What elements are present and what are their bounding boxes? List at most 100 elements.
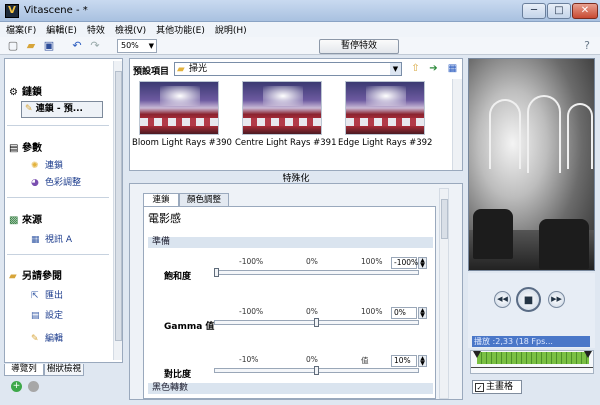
left-scrollbar[interactable]	[113, 61, 122, 360]
grid-view-icon[interactable]: ▦	[446, 62, 459, 75]
preset-item[interactable]: Bloom Light Rays #390	[132, 81, 232, 148]
divider	[7, 125, 109, 126]
preview-chair	[473, 209, 513, 259]
new-file-icon[interactable]: ▢	[6, 39, 20, 53]
preset-item[interactable]: Centre Light Rays #391	[235, 81, 336, 148]
open-folder-icon[interactable]: ▰	[24, 39, 38, 53]
arrow-right-icon[interactable]: ➔	[427, 62, 440, 75]
group-black[interactable]: 黑色轉數	[148, 383, 433, 394]
remove-icon[interactable]	[28, 381, 39, 392]
preset-item[interactable]: Edge Light Rays #392	[338, 81, 432, 148]
title-bar	[0, 0, 600, 22]
app-icon: V	[5, 4, 19, 18]
source-video-link[interactable]: ▦ 視訊 A	[31, 232, 72, 245]
settings-link[interactable]: ▤ 設定	[31, 308, 63, 321]
gamma-input[interactable]: 0%	[391, 307, 417, 319]
params-color-link[interactable]: ◕ 色彩調整	[31, 175, 81, 188]
window-title: Vitascene - *	[24, 5, 88, 16]
spinner[interactable]: ▲ ▼	[418, 307, 427, 319]
timeline-start-marker[interactable]	[473, 351, 481, 358]
forward-button[interactable]: ▶▶	[548, 291, 565, 308]
pause-effects-button[interactable]: 暫停特效	[319, 39, 399, 54]
check-icon: ✓	[475, 383, 484, 392]
save-icon[interactable]: ▣	[42, 39, 56, 53]
help-icon[interactable]: ?	[580, 39, 594, 53]
preset-thumbnail	[139, 81, 219, 135]
preset-thumbnail	[345, 81, 425, 135]
chain-preview-button[interactable]: ✎ 連鎖 - 預...	[21, 101, 103, 118]
gear-icon: ⚙	[9, 87, 18, 98]
document-icon: ▤	[31, 311, 40, 321]
preset-area: 預設項目 ▰ 掃光 ▼ ⇧ ➔ ▦ Bloom Light Rays #390 …	[129, 58, 463, 171]
tick-min: -10%	[239, 355, 259, 364]
slider-thumb[interactable]	[313, 366, 319, 375]
tick-min: -100%	[239, 307, 264, 316]
tab-navigator[interactable]: 導覽列	[4, 364, 44, 376]
minimize-button[interactable]: ─	[522, 3, 546, 19]
stop-button[interactable]: ■	[516, 287, 541, 312]
slider-thumb[interactable]	[214, 268, 219, 277]
source-section-header: ▩ 來源	[9, 215, 42, 226]
menu-file[interactable]: 檔案(F)	[6, 23, 36, 36]
zoom-select[interactable]: 50% ▼	[117, 39, 157, 53]
export-icon: ⇱	[31, 291, 39, 301]
preset-caption: Bloom Light Rays #390	[132, 138, 232, 148]
settings-panel: 連鎖 顏色調整 電影感 準備 飽和度 -100% 0% 100% -100% ▲…	[129, 183, 463, 400]
redo-icon[interactable]: ↷	[88, 39, 102, 53]
scroll-thumb[interactable]	[115, 71, 122, 341]
rewind-button[interactable]: ◀◀	[494, 291, 511, 308]
preset-category-select[interactable]: ▰ 掃光 ▼	[174, 62, 402, 76]
params-chain-link[interactable]: ✺ 連鎖	[31, 158, 63, 171]
tick-mid: 0%	[306, 355, 318, 364]
preview-chair	[539, 219, 589, 269]
main-frame-checkbox[interactable]: ✓ 主畫格	[472, 380, 522, 394]
menu-help[interactable]: 說明(H)	[215, 23, 247, 36]
tick-mid: 0%	[306, 257, 318, 266]
menu-effects[interactable]: 特效	[87, 23, 105, 36]
settings-scrollbar[interactable]	[439, 188, 449, 399]
timeline-range[interactable]	[477, 352, 589, 364]
add-icon[interactable]: +	[11, 381, 22, 392]
contrast-input[interactable]: 10%	[391, 355, 417, 367]
divider	[7, 254, 109, 255]
saturation-input[interactable]: -100%	[391, 257, 418, 269]
param-label: 飽和度	[164, 272, 192, 282]
undo-icon[interactable]: ↶	[70, 39, 84, 53]
image-icon: ▩	[9, 215, 19, 226]
window-icon: ▤	[9, 143, 19, 154]
video-preview	[468, 58, 595, 271]
export-link[interactable]: ⇱ 匯出	[31, 288, 63, 301]
effect-title: 電影感	[148, 212, 181, 225]
spinner[interactable]: ▲ ▼	[418, 355, 427, 367]
menu-view[interactable]: 檢視(V)	[115, 23, 146, 36]
params-section-header: ▤ 參數	[9, 143, 42, 154]
tab-chain[interactable]: 連鎖	[143, 193, 179, 207]
timeline[interactable]	[470, 350, 594, 374]
spinner[interactable]: ▲ ▼	[418, 257, 427, 269]
timeline-axis	[471, 367, 593, 368]
edit-link[interactable]: ✎ 編輯	[31, 331, 63, 344]
slider-thumb[interactable]	[313, 318, 319, 327]
folder-up-icon[interactable]: ⇧	[409, 62, 422, 75]
group-prepare[interactable]: 準備	[148, 237, 433, 248]
tab-color-adjust[interactable]: 顏色調整	[179, 193, 229, 206]
maximize-button[interactable]: □	[547, 3, 571, 19]
folder-icon: ▰	[9, 271, 17, 282]
divider	[7, 197, 109, 198]
close-button[interactable]: ✕	[572, 3, 598, 19]
tick-min: -100%	[239, 257, 264, 266]
specialization-label: 特殊化	[282, 174, 310, 184]
scroll-thumb[interactable]	[441, 199, 448, 239]
preview-arch	[489, 99, 521, 169]
menu-edit[interactable]: 編輯(E)	[46, 23, 77, 36]
menu-other[interactable]: 其他功能(E)	[156, 23, 205, 36]
saturation-slider[interactable]	[214, 270, 419, 275]
param-label: 對比度	[164, 370, 192, 380]
chain-section-header: ⚙ 鏈鎖	[9, 87, 42, 98]
pencil-icon: ✎	[25, 104, 33, 114]
chevron-down-icon: ▼	[148, 42, 154, 50]
tab-tree-view[interactable]: 樹狀檢視	[44, 364, 84, 376]
preset-scrollbar[interactable]	[452, 79, 462, 170]
timeline-end-marker[interactable]	[584, 351, 592, 358]
menu-bar: 檔案(F) 編輯(E) 特效 檢視(V) 其他功能(E) 說明(H)	[0, 22, 600, 37]
